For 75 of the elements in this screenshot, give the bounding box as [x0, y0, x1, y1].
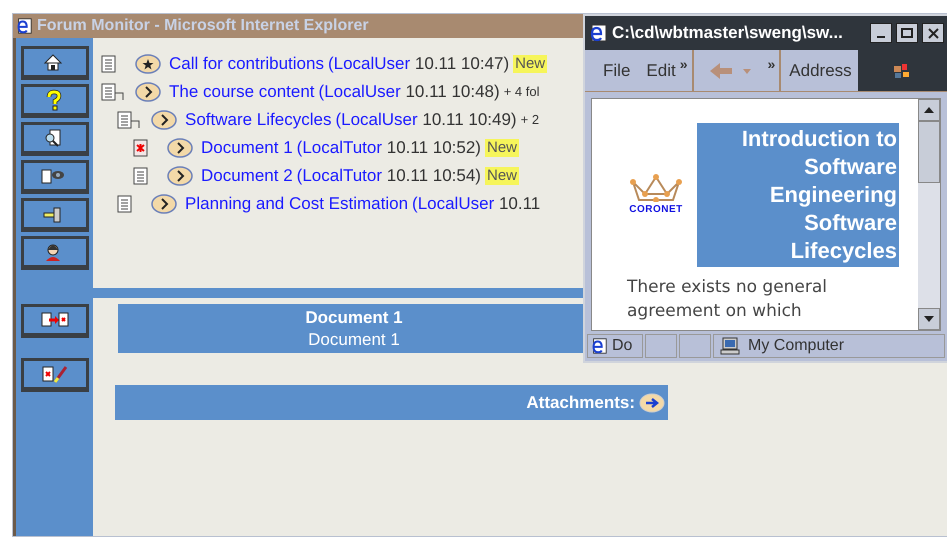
sidebar-button[interactable]	[20, 304, 88, 338]
author-info: (LocalUser 10.11 10:48)	[318, 81, 500, 104]
folder-tree-icon	[101, 83, 125, 101]
document-brush-icon	[40, 363, 68, 385]
sidebar-button[interactable]	[20, 84, 88, 118]
heading-line: Software	[804, 153, 897, 181]
scroll-down-button[interactable]	[918, 308, 940, 330]
browser-icon	[15, 17, 33, 35]
arrow-bubble-icon[interactable]	[167, 138, 193, 158]
follow-up-count: + 4 fol	[504, 83, 540, 102]
close-button[interactable]	[922, 23, 944, 43]
heading-line: Engineering	[770, 181, 897, 209]
sidebar-button[interactable]	[20, 198, 88, 232]
follow-up-count: + 2	[520, 111, 540, 130]
status-panel	[645, 334, 677, 358]
topic-link[interactable]: Document 1	[201, 135, 293, 161]
topic-link[interactable]: Document 2	[201, 163, 293, 189]
minimize-button[interactable]	[870, 23, 892, 43]
logo-text: CORONET	[629, 202, 683, 216]
document-icon	[133, 139, 149, 157]
arrow-bubble-icon[interactable]	[151, 194, 177, 214]
computer-icon	[720, 337, 740, 355]
sidebar-button[interactable]	[20, 160, 88, 194]
maximize-button[interactable]	[896, 23, 918, 43]
down-arrow-icon	[924, 316, 934, 322]
arrow-bubble-icon[interactable]	[639, 392, 665, 412]
menu-item[interactable]: Edit	[646, 58, 676, 84]
up-arrow-icon	[924, 107, 934, 113]
scroll-up-button[interactable]	[918, 99, 940, 121]
page-paragraph: There exists no general agreement on which	[627, 276, 828, 323]
arrow-bubble-icon[interactable]	[167, 166, 193, 186]
document-icon	[101, 55, 117, 73]
heading-line: Software	[804, 209, 897, 237]
star-bubble-icon[interactable]	[135, 54, 161, 74]
browser-icon	[590, 337, 608, 355]
document-icon	[133, 167, 149, 185]
topic-link[interactable]: The course content	[169, 79, 315, 105]
document-icon	[117, 195, 133, 213]
arrow-bubble-icon[interactable]	[151, 110, 177, 130]
status-panel	[679, 334, 711, 358]
heading-line: Lifecycles	[790, 237, 897, 265]
document-title: Document 1	[305, 306, 403, 328]
new-badge: New	[484, 139, 519, 157]
author-info: (LocalUser 10.11 10:49)	[335, 109, 517, 132]
maximize-icon	[901, 28, 913, 38]
new-badge: New	[484, 167, 519, 185]
address-label: Address	[788, 60, 853, 82]
sidebar-button[interactable]	[20, 358, 88, 392]
close-icon	[928, 28, 938, 38]
crown-icon	[629, 174, 683, 202]
author-info: (LocalTutor 10.11 10:54)	[296, 165, 481, 188]
new-badge: New	[513, 55, 548, 73]
more-chevron[interactable]: »	[768, 54, 776, 75]
status-text: Do	[612, 336, 632, 356]
document-subtitle: Document 1	[308, 328, 400, 350]
menu-item[interactable]: File	[603, 58, 630, 84]
topic-link[interactable]: Software Lifecycles	[185, 107, 332, 133]
author-info: (LocalUser 10.11 10:47)	[328, 53, 510, 76]
attachments-label: Attachments:	[526, 392, 635, 414]
sidebar-button[interactable]	[20, 46, 88, 80]
topic-link[interactable]: Planning and Cost Estimation	[185, 191, 408, 217]
author-info: (LocalTutor 10.11 10:52)	[296, 137, 481, 160]
scroll-thumb[interactable]	[918, 121, 940, 183]
minimize-icon	[877, 36, 885, 38]
browser-icon	[588, 23, 608, 43]
heading-line: Introduction to	[742, 125, 897, 153]
window-title: Forum Monitor - Microsoft Internet Explorer	[37, 16, 369, 36]
sidebar-button[interactable]	[20, 122, 88, 156]
zone-text: My Computer	[748, 336, 844, 356]
topic-link[interactable]: Call for contributions	[169, 51, 324, 77]
author-info: (LocalUser 10.11	[412, 193, 540, 216]
popup-title: C:\cd\wbtmaster\sweng\sw...	[612, 22, 844, 44]
more-chevron[interactable]: »	[680, 54, 688, 75]
folder-tree-icon	[117, 111, 141, 129]
arrow-bubble-icon[interactable]	[135, 82, 161, 102]
